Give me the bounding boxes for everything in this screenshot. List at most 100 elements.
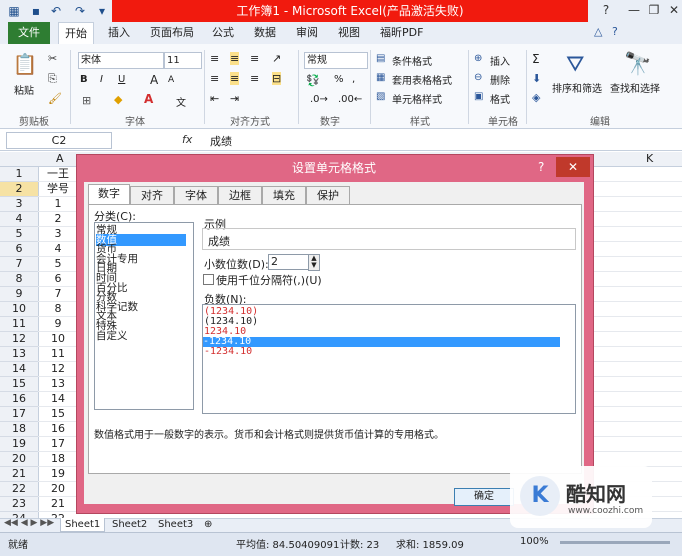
cell-a[interactable]: 14: [40, 392, 76, 406]
row-header[interactable]: 13: [0, 347, 39, 362]
insert-function-button[interactable]: fx: [182, 133, 192, 146]
insert-cells-button[interactable]: 插入: [490, 53, 510, 68]
thousands-separator-checkbox[interactable]: [203, 274, 214, 285]
autosum-icon[interactable]: Σ: [532, 52, 540, 66]
find-select-icon[interactable]: 🔭: [624, 52, 651, 77]
align-bottom-icon[interactable]: ≡: [250, 52, 259, 65]
dialog-tab-border[interactable]: 边框: [218, 186, 262, 205]
format-cells-button[interactable]: 格式: [490, 91, 510, 106]
tab-file[interactable]: 文件: [8, 22, 50, 44]
row-header[interactable]: 16: [0, 392, 39, 407]
cell-a[interactable]: 2: [40, 212, 76, 226]
negative-format-item[interactable]: -1234.10: [204, 347, 564, 357]
sheet-tab-3[interactable]: Sheet3: [154, 518, 197, 531]
cell-a[interactable]: 11: [40, 347, 76, 361]
format-as-table-button[interactable]: 套用表格格式: [392, 72, 452, 87]
cell-a[interactable]: 20: [40, 482, 76, 496]
cell-a[interactable]: 3: [40, 227, 76, 241]
cell-a[interactable]: 8: [40, 302, 76, 316]
tab-home[interactable]: 开始: [58, 22, 94, 45]
negative-format-item[interactable]: (1234.10): [204, 307, 564, 317]
row-header[interactable]: 9: [0, 287, 39, 302]
row-header[interactable]: 22: [0, 482, 39, 497]
cell-a[interactable]: 9: [40, 317, 76, 331]
cell-a[interactable]: 5: [40, 257, 76, 271]
cell-a[interactable]: 1: [40, 197, 76, 211]
dialog-tab-alignment[interactable]: 对齐: [130, 186, 174, 205]
category-item[interactable]: 自定义: [96, 330, 186, 342]
cell-a[interactable]: 21: [40, 497, 76, 511]
customize-qat-icon[interactable]: ▾: [94, 3, 110, 19]
increase-indent-icon[interactable]: ⇥: [230, 92, 239, 105]
cell-a[interactable]: 17: [40, 437, 76, 451]
cell-styles-button[interactable]: 单元格样式: [392, 91, 442, 106]
row-header[interactable]: 19: [0, 437, 39, 452]
dialog-tab-number[interactable]: 数字: [88, 184, 130, 205]
dialog-tab-fill[interactable]: 填充: [262, 186, 306, 205]
decrease-indent-icon[interactable]: ⇤: [210, 92, 219, 105]
comma-button[interactable]: ,: [352, 74, 355, 85]
align-top-icon[interactable]: ≡: [210, 52, 219, 65]
cell-a[interactable]: 19: [40, 467, 76, 481]
column-header-k[interactable]: K: [646, 152, 653, 165]
dialog-close-button[interactable]: ✕: [556, 157, 590, 177]
row-header[interactable]: 10: [0, 302, 39, 317]
tab-review[interactable]: 审阅: [290, 22, 324, 44]
cell-a[interactable]: 12: [40, 362, 76, 376]
phonetic-button[interactable]: 文: [176, 94, 186, 109]
cell-a[interactable]: 16: [40, 422, 76, 436]
align-center-icon[interactable]: ≡: [230, 72, 240, 85]
column-header-a[interactable]: A: [56, 152, 64, 165]
cell-a[interactable]: 15: [40, 407, 76, 421]
row-header[interactable]: 8: [0, 272, 39, 287]
row-header[interactable]: 23: [0, 497, 39, 512]
grow-font-button[interactable]: A: [150, 73, 158, 87]
italic-button[interactable]: I: [100, 74, 103, 85]
tab-data[interactable]: 数据: [248, 22, 282, 44]
dialog-tab-font[interactable]: 字体: [174, 186, 218, 205]
row-header[interactable]: 21: [0, 467, 39, 482]
font-color-icon[interactable]: A: [144, 92, 153, 106]
number-format-select[interactable]: 常规: [304, 52, 368, 69]
row-header[interactable]: 4: [0, 212, 39, 227]
sort-filter-button[interactable]: 排序和筛选: [552, 80, 602, 95]
ribbon-collapse-icon[interactable]: △: [594, 25, 602, 38]
decimals-spinner-icon[interactable]: ▲ ▼: [308, 254, 320, 271]
dialog-tab-protection[interactable]: 保护: [306, 186, 350, 205]
row-header[interactable]: 7: [0, 257, 39, 272]
ribbon-help-icon[interactable]: ?: [612, 25, 618, 38]
merge-center-icon[interactable]: ⊟: [272, 72, 282, 85]
tab-page-layout[interactable]: 页面布局: [144, 22, 200, 44]
row-header[interactable]: 11: [0, 317, 39, 332]
negative-format-item[interactable]: -1234.10: [203, 337, 560, 347]
cell-a[interactable]: 13: [40, 377, 76, 391]
font-size-select[interactable]: 11: [164, 52, 202, 69]
redo-icon[interactable]: ↷: [72, 3, 88, 19]
tab-insert[interactable]: 插入: [102, 22, 136, 44]
undo-icon[interactable]: ↶: [48, 3, 64, 19]
row-header[interactable]: 12: [0, 332, 39, 347]
find-select-button[interactable]: 查找和选择: [610, 80, 660, 95]
cell-a[interactable]: 4: [40, 242, 76, 256]
align-middle-icon[interactable]: ≡: [230, 52, 240, 65]
align-right-icon[interactable]: ≡: [250, 72, 259, 85]
font-name-select[interactable]: 宋体: [78, 52, 164, 69]
cut-icon[interactable]: ✂: [48, 52, 57, 65]
tab-foxit-pdf[interactable]: 福昕PDF: [374, 22, 429, 44]
new-sheet-icon[interactable]: ⊕: [200, 518, 216, 531]
decimals-input[interactable]: 2: [268, 254, 310, 270]
status-zoom[interactable]: 100%: [520, 536, 549, 547]
underline-button[interactable]: U: [118, 74, 125, 85]
row-header[interactable]: 17: [0, 407, 39, 422]
close-button[interactable]: ✕: [660, 0, 682, 20]
cell-a[interactable]: 10: [40, 332, 76, 346]
row-header[interactable]: 20: [0, 452, 39, 467]
row-header[interactable]: 18: [0, 422, 39, 437]
conditional-format-button[interactable]: 条件格式: [392, 53, 432, 68]
tab-formulas[interactable]: 公式: [206, 22, 240, 44]
row-header[interactable]: 6: [0, 242, 39, 257]
name-box[interactable]: C2: [6, 132, 112, 149]
negative-format-item[interactable]: 1234.10: [204, 327, 564, 337]
help-button[interactable]: ?: [592, 0, 620, 20]
cell-a[interactable]: 6: [40, 272, 76, 286]
